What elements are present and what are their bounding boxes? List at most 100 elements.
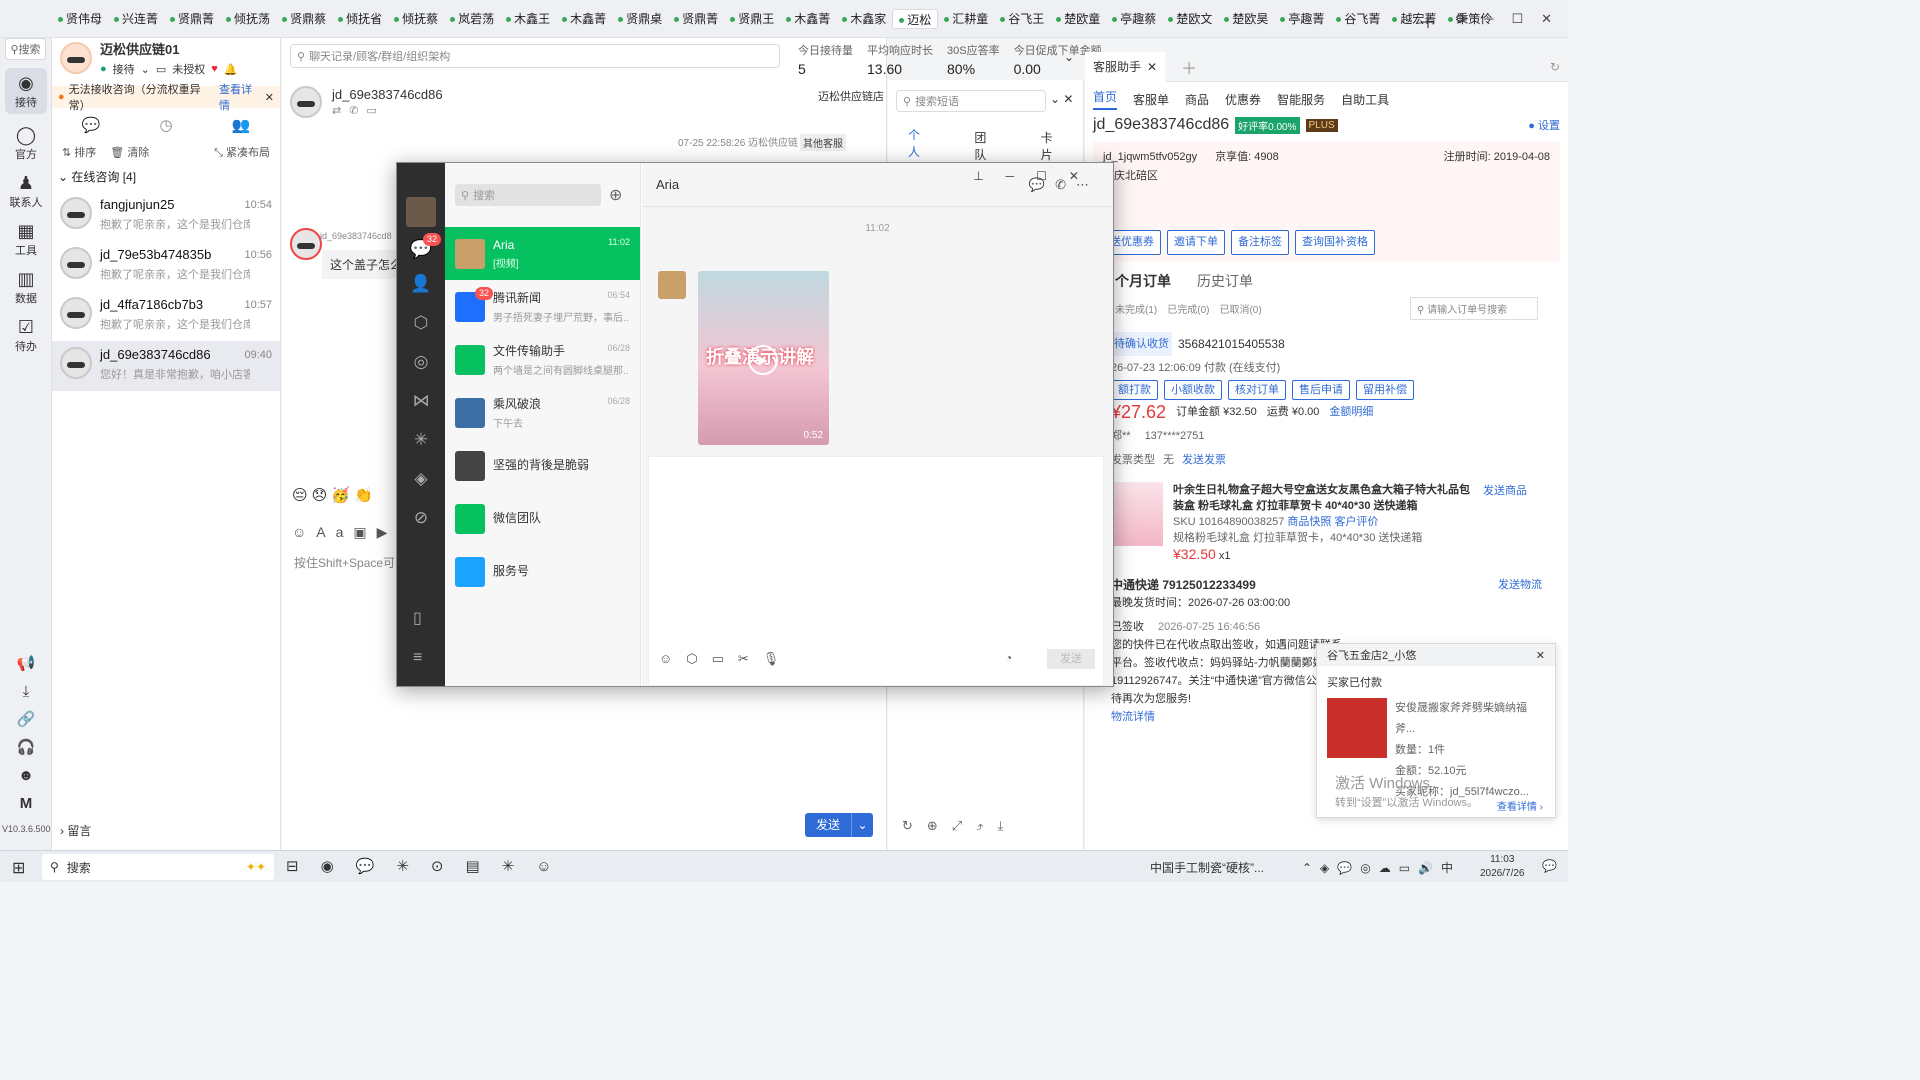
minimize-icon[interactable]: ─	[1484, 11, 1493, 27]
taskbar-apps[interactable]: ⊟◉💬✳⊙▤✳☺	[286, 857, 574, 875]
maximize-icon[interactable]: ☐	[1511, 11, 1523, 27]
nav-item[interactable]: ◉ 接待	[5, 68, 47, 114]
chat-tab-icon[interactable]: 💬	[82, 116, 101, 134]
bell-icon[interactable]: 🔔	[224, 63, 238, 76]
assistant-nav-item[interactable]: 商品	[1185, 91, 1209, 108]
order-action-button[interactable]: 额打款	[1111, 380, 1158, 400]
emoji-row[interactable]: 😔😞🥳👏	[292, 486, 377, 504]
tab-assistant[interactable]: 客服助手 ✕	[1085, 51, 1166, 82]
shop-tab[interactable]: 岚菪荡	[444, 9, 500, 29]
taskbar-search[interactable]: ⚲ 搜索 ✦✦	[42, 854, 274, 880]
view-detail-link[interactable]: 查看详情 ›	[1497, 798, 1543, 813]
session-item[interactable]: jd_79e53b474835b10:56抱歉了呢亲亲，这个是我们仓库打...	[52, 241, 280, 291]
nav-search[interactable]: ⚲ 搜索	[5, 38, 46, 60]
assistant-nav-item[interactable]: 首页	[1093, 88, 1118, 110]
clock[interactable]: 11:03 2026/7/26	[1480, 853, 1525, 881]
wechat-window-controls[interactable]: ⊥─☐✕	[973, 169, 1101, 183]
add-tab-icon[interactable]: ＋	[1181, 55, 1197, 79]
wechat-chat-item[interactable]: 32 腾讯新闻 男子捂死妻子埋尸荒野，事后... 06:54	[445, 280, 640, 333]
shop-tab[interactable]: 楚欧童	[1050, 9, 1106, 29]
shop-tab[interactable]: 楚欧文	[1162, 9, 1218, 29]
chat-search[interactable]: ⚲ 聊天记录/顾客/群组/组织架构	[290, 44, 780, 68]
tray-icons[interactable]: ⌃◈💬◎☁▭🔊中	[1302, 859, 1461, 876]
shop-tab[interactable]: 木鑫菁	[556, 9, 612, 29]
shop-tab[interactable]: 木鑫家	[836, 9, 892, 29]
phone-icon[interactable]: ▯	[413, 608, 422, 628]
session-item[interactable]: jd_69e383746cd8609:40您好！真是非常抱歉，咱小店客服...	[52, 341, 280, 391]
windows-start-icon[interactable]: ⊞	[12, 858, 25, 878]
order-tab[interactable]: 个月订单	[1115, 271, 1171, 291]
search-icon[interactable]: ✳	[397, 420, 445, 459]
shop-tab[interactable]: 贤伟母	[52, 9, 108, 29]
wechat-chat-item[interactable]: 文件传输助手 两个墙是之间有圆脚线桌腿那... 06/28	[445, 333, 640, 386]
add-tab-icon[interactable]: ＋	[1420, 9, 1436, 33]
clear-button[interactable]: 🗑 清除	[110, 144, 149, 160]
settings-link[interactable]: ● 设置	[1528, 117, 1560, 133]
customer-actions[interactable]: ⇄✆▭	[332, 104, 443, 117]
shop-tab[interactable]: 倾抚荡	[220, 9, 276, 29]
wechat-chat-item[interactable]: 微信团队	[445, 492, 640, 545]
assistant-nav-item[interactable]: 智能服务	[1277, 91, 1325, 108]
favorites-icon[interactable]: ⬡	[397, 303, 445, 342]
assistant-nav-item[interactable]: 自助工具	[1341, 91, 1389, 108]
phrase-tab[interactable]: 个人	[908, 126, 931, 165]
shop-tab[interactable]: 亭趣菁	[1274, 9, 1330, 29]
other-cs-tag[interactable]: 其他客服	[800, 134, 846, 151]
wechat-chat-item[interactable]: 坚强的背後是脆弱	[445, 439, 640, 492]
shop-tab[interactable]: 倾抚省	[332, 9, 388, 29]
auth-status[interactable]: 未授权	[172, 61, 205, 77]
contacts-icon[interactable]: 👤	[397, 264, 445, 303]
nav-item[interactable]: ♟ 联系人	[0, 172, 52, 210]
phrase-tab[interactable]: 卡片	[1041, 129, 1063, 163]
order-action-button[interactable]: 售后申请	[1292, 380, 1350, 400]
shop-tab[interactable]: 贤鼎菁	[668, 9, 724, 29]
warning-link[interactable]: 查看详情	[219, 81, 261, 113]
group-header[interactable]: ⌄ 在线咨询 [4]	[52, 162, 280, 191]
shop-tab[interactable]: 贤鼎蔡	[276, 9, 332, 29]
order-action-button[interactable]: 小额收款	[1164, 380, 1222, 400]
send-button[interactable]: 发送 ⌄	[805, 813, 873, 837]
shop-tab[interactable]: 迈松	[892, 9, 939, 29]
megaphone-icon[interactable]: 📢	[0, 650, 52, 678]
close-icon[interactable]: ✕	[265, 91, 274, 104]
order-action-button[interactable]: 留用补偿	[1356, 380, 1414, 400]
wechat-chat-item[interactable]: Aria [视频] 11:02	[445, 227, 640, 280]
phrase-toolbar[interactable]: ↻⊕⤢⤴⤓	[902, 818, 1017, 834]
wechat-search[interactable]: ⚲ 搜索	[455, 184, 601, 206]
close-icon[interactable]: ✕	[1536, 649, 1545, 662]
close-icon[interactable]: ✕	[1541, 11, 1552, 27]
news-notice[interactable]: 中国手工制瓷“硬核”...	[1150, 859, 1264, 876]
robot-icon[interactable]: ☻	[0, 762, 52, 790]
shop-tab[interactable]: 兴连菁	[108, 9, 164, 29]
settings-icon[interactable]: ⚙	[1455, 11, 1467, 27]
nav-item[interactable]: ▥ 数据	[0, 268, 52, 306]
chevron-down-icon[interactable]: ⌄	[141, 63, 150, 76]
shop-tab[interactable]: 木鑫王	[500, 9, 556, 29]
assistant-nav-item[interactable]: 客服单	[1133, 91, 1169, 108]
shop-tab[interactable]: 贤鼎菁	[164, 9, 220, 29]
refresh-icon[interactable]: ↻	[1550, 60, 1560, 74]
session-item[interactable]: jd_4ffa7186cb7b310:57抱歉了呢亲亲，这个是我们仓库打...	[52, 291, 280, 341]
customer-action-button[interactable]: 备注标签	[1231, 230, 1289, 255]
wechat-chat-item[interactable]: 服务号	[445, 545, 640, 598]
phrase-tab[interactable]: 团队	[974, 129, 996, 163]
wechat-chat-item[interactable]: 乘风破浪 下午去 06/28	[445, 386, 640, 439]
shop-tab[interactable]: 汇耕童	[938, 9, 994, 29]
order-action-button[interactable]: 核对订单	[1228, 380, 1286, 400]
miniprogram-icon[interactable]: ◈	[397, 459, 445, 498]
channels-icon[interactable]: ⋈	[397, 381, 445, 420]
sort-button[interactable]: ⇅ 排序	[62, 144, 96, 160]
video-message[interactable]: 折叠演示讲解 ▶ 0:52	[698, 271, 829, 445]
status-select[interactable]: 接待	[113, 61, 135, 77]
moments-icon[interactable]: ◎	[397, 342, 445, 381]
assistant-nav-item[interactable]: 优惠券	[1225, 91, 1261, 108]
add-icon[interactable]: ⊕	[609, 185, 622, 205]
history-tab-icon[interactable]: ◷	[159, 116, 172, 134]
contacts-tab-icon[interactable]: 👥	[232, 116, 251, 134]
shop-tab[interactable]: 贤鼎桌	[612, 9, 668, 29]
send-button[interactable]: 发送	[1047, 649, 1095, 669]
message-input[interactable]: ☺⬡▭✂🎙 ◔ 发送	[648, 456, 1104, 686]
download-icon[interactable]: ⤓	[0, 678, 52, 706]
order-search[interactable]: ⚲ 请输入订单号搜索	[1410, 297, 1538, 320]
notification-icon[interactable]: 💬	[1542, 859, 1557, 873]
